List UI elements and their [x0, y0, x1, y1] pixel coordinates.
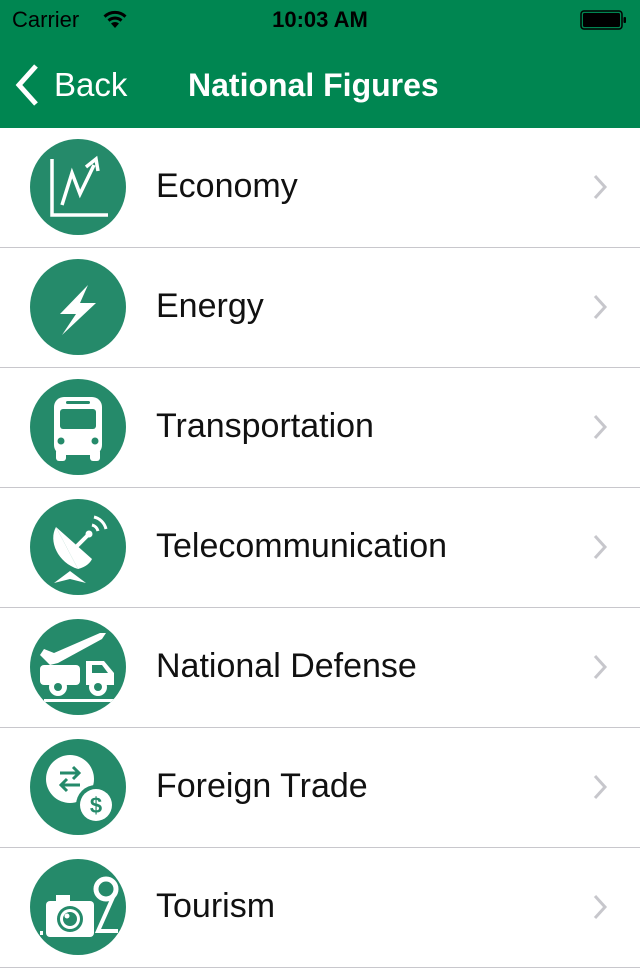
chevron-left-icon	[15, 64, 38, 106]
page-title: National Figures	[188, 67, 439, 103]
header: Carrier 10:03 AM Back National Figures	[0, 0, 640, 128]
clock: 10:03 AM	[272, 7, 368, 32]
back-button[interactable]: Back	[14, 62, 127, 108]
exchange-dollar-icon: $	[30, 739, 126, 835]
chart-up-icon	[30, 139, 126, 235]
list-item-foreign-trade[interactable]: $ Foreign Trade	[0, 728, 640, 848]
figures-list: Economy Energy Transportation Telecommun…	[0, 128, 640, 968]
item-label: Tourism	[156, 887, 276, 925]
chevron-right-icon	[593, 174, 608, 200]
battery-icon	[580, 10, 626, 30]
list-item-telecommunication[interactable]: Telecommunication	[0, 488, 640, 608]
list-item-tourism[interactable]: Tourism	[0, 848, 640, 968]
item-label: Telecommunication	[156, 527, 448, 565]
chevron-right-icon	[593, 774, 608, 800]
back-label: Back	[54, 66, 128, 103]
chevron-right-icon	[593, 894, 608, 920]
item-label: Transportation	[156, 407, 374, 445]
item-label: Energy	[156, 287, 264, 325]
status-bar: Carrier 10:03 AM	[0, 0, 640, 40]
chevron-right-icon	[593, 654, 608, 680]
chevron-right-icon	[593, 534, 608, 560]
list-item-transportation[interactable]: Transportation	[0, 368, 640, 488]
list-item-national-defense[interactable]: National Defense	[0, 608, 640, 728]
lightning-icon	[30, 259, 126, 355]
camera-pin-icon	[30, 859, 126, 955]
svg-text:$: $	[90, 793, 102, 818]
chevron-right-icon	[593, 294, 608, 320]
item-label: Economy	[156, 167, 298, 205]
list-item-energy[interactable]: Energy	[0, 248, 640, 368]
chevron-right-icon	[593, 414, 608, 440]
nav-bar: Back National Figures	[0, 40, 640, 128]
missile-truck-icon	[30, 619, 126, 715]
item-label: National Defense	[156, 647, 417, 685]
satellite-dish-icon	[30, 499, 126, 595]
item-label: Foreign Trade	[156, 767, 368, 805]
bus-icon	[30, 379, 126, 475]
list-item-economy[interactable]: Economy	[0, 128, 640, 248]
